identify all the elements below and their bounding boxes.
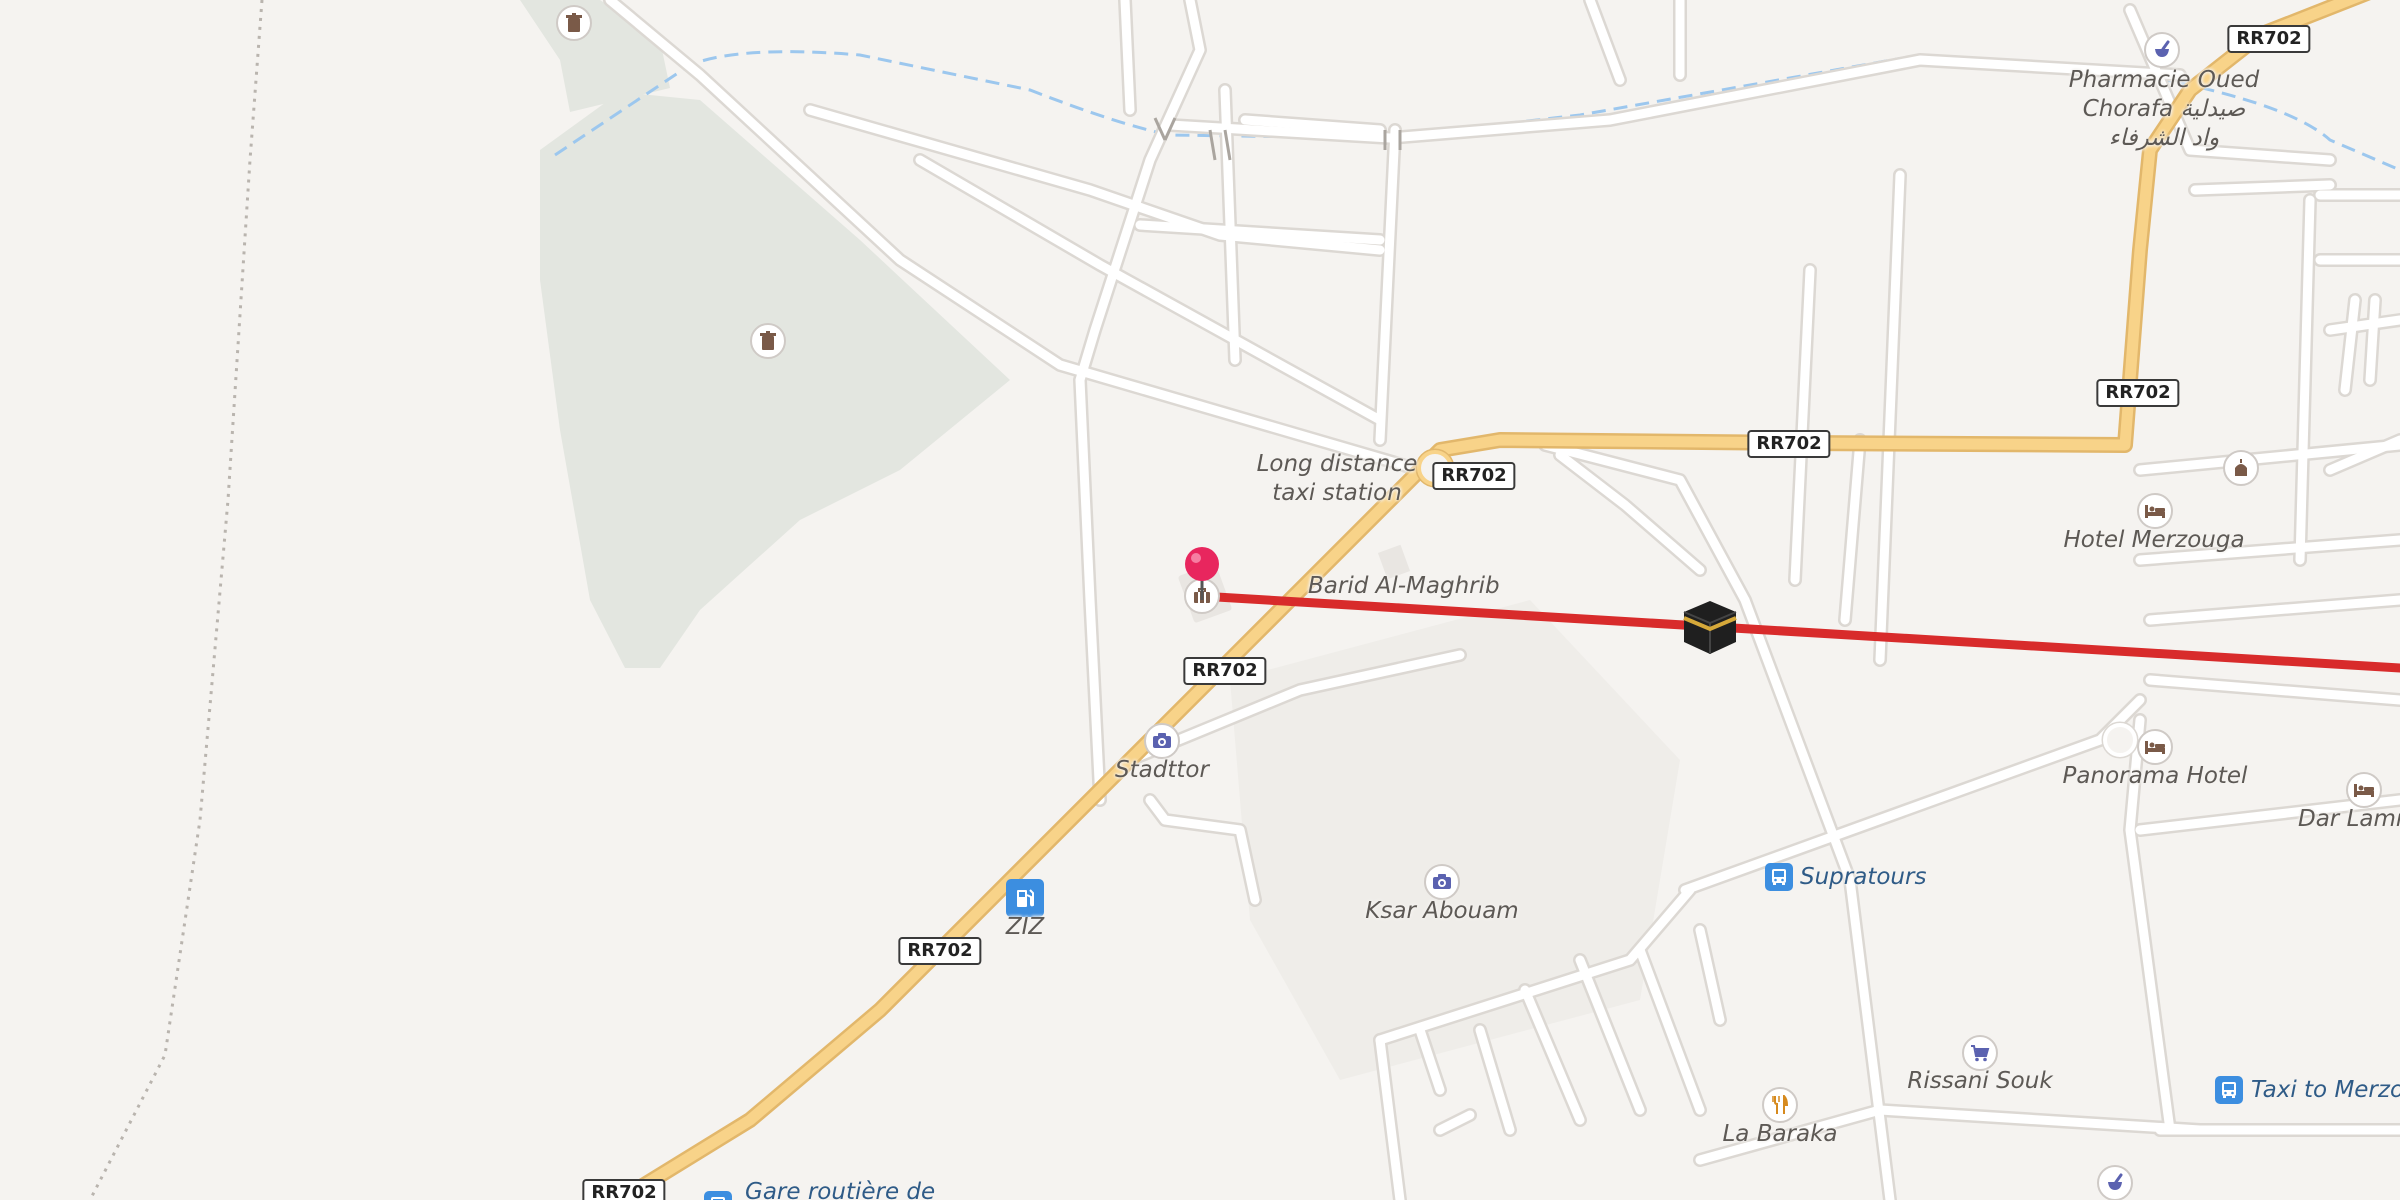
camera-icon[interactable]	[1424, 864, 1460, 900]
camera-icon[interactable]	[1144, 723, 1180, 759]
la-baraka-label: La Baraka	[1722, 1121, 1838, 1147]
ziz-label: ZIZ	[1005, 914, 1045, 940]
waste-basket-icon[interactable]	[750, 323, 786, 359]
road-shield: RR702	[1747, 430, 1831, 458]
pharmacie-label: Pharmacie Oued Chorafa صيدلية واد الشرفا…	[2068, 67, 2260, 151]
road-shield: RR702	[582, 1179, 666, 1200]
mosque-icon[interactable]	[2223, 450, 2259, 486]
taxi-merzouga-label: Taxi to Merzou	[2251, 1077, 2400, 1103]
hotel-merzouga-label: Hotel Merzouga	[2063, 527, 2245, 553]
ksar-abouam-label: Ksar Abouam	[1365, 898, 1519, 924]
stadttor-label: Stadttor	[1115, 757, 1209, 783]
location-pin-icon[interactable]	[1182, 546, 1222, 602]
gare-routiere-label: Gare routière de	[745, 1179, 936, 1200]
bus-icon[interactable]	[2215, 1076, 2243, 1104]
panorama-hotel-label: Panorama Hotel	[2062, 763, 2248, 789]
fuel-station-icon[interactable]	[1006, 879, 1044, 917]
waste-basket-icon[interactable]	[556, 5, 592, 41]
bus-icon[interactable]	[704, 1191, 732, 1200]
boundary-line	[88, 0, 264, 1200]
road-shield: RR702	[898, 937, 982, 965]
bed-icon[interactable]	[2137, 493, 2173, 529]
road-shield: RR702	[2227, 25, 2311, 53]
supratours-label: Supratours	[1800, 864, 1927, 890]
kaaba-icon[interactable]	[1681, 598, 1739, 656]
bus-icon[interactable]	[1765, 863, 1793, 891]
fork-knife-icon[interactable]	[1762, 1087, 1798, 1123]
shopping-cart-icon[interactable]	[1962, 1035, 1998, 1071]
dar-lamrani-label: Dar Lamra	[2298, 806, 2400, 832]
mortar-pestle-icon[interactable]	[2144, 32, 2180, 68]
road-shield: RR702	[1432, 462, 1516, 490]
road-shield: RR702	[2096, 379, 2180, 407]
barid-label: Barid Al-Maghrib	[1308, 573, 1500, 599]
map-view[interactable]: RR702 RR702 RR702 RR702 RR702 RR702 RR70…	[0, 0, 2400, 1200]
taxi-station-label: Long distance taxi station	[1256, 451, 1418, 506]
bed-icon[interactable]	[2346, 772, 2382, 808]
road-shield: RR702	[1183, 657, 1267, 685]
mortar-pestle-icon[interactable]	[2097, 1165, 2133, 1200]
bed-icon[interactable]	[2137, 729, 2173, 765]
rissani-souk-label: Rissani Souk	[1907, 1068, 2053, 1094]
